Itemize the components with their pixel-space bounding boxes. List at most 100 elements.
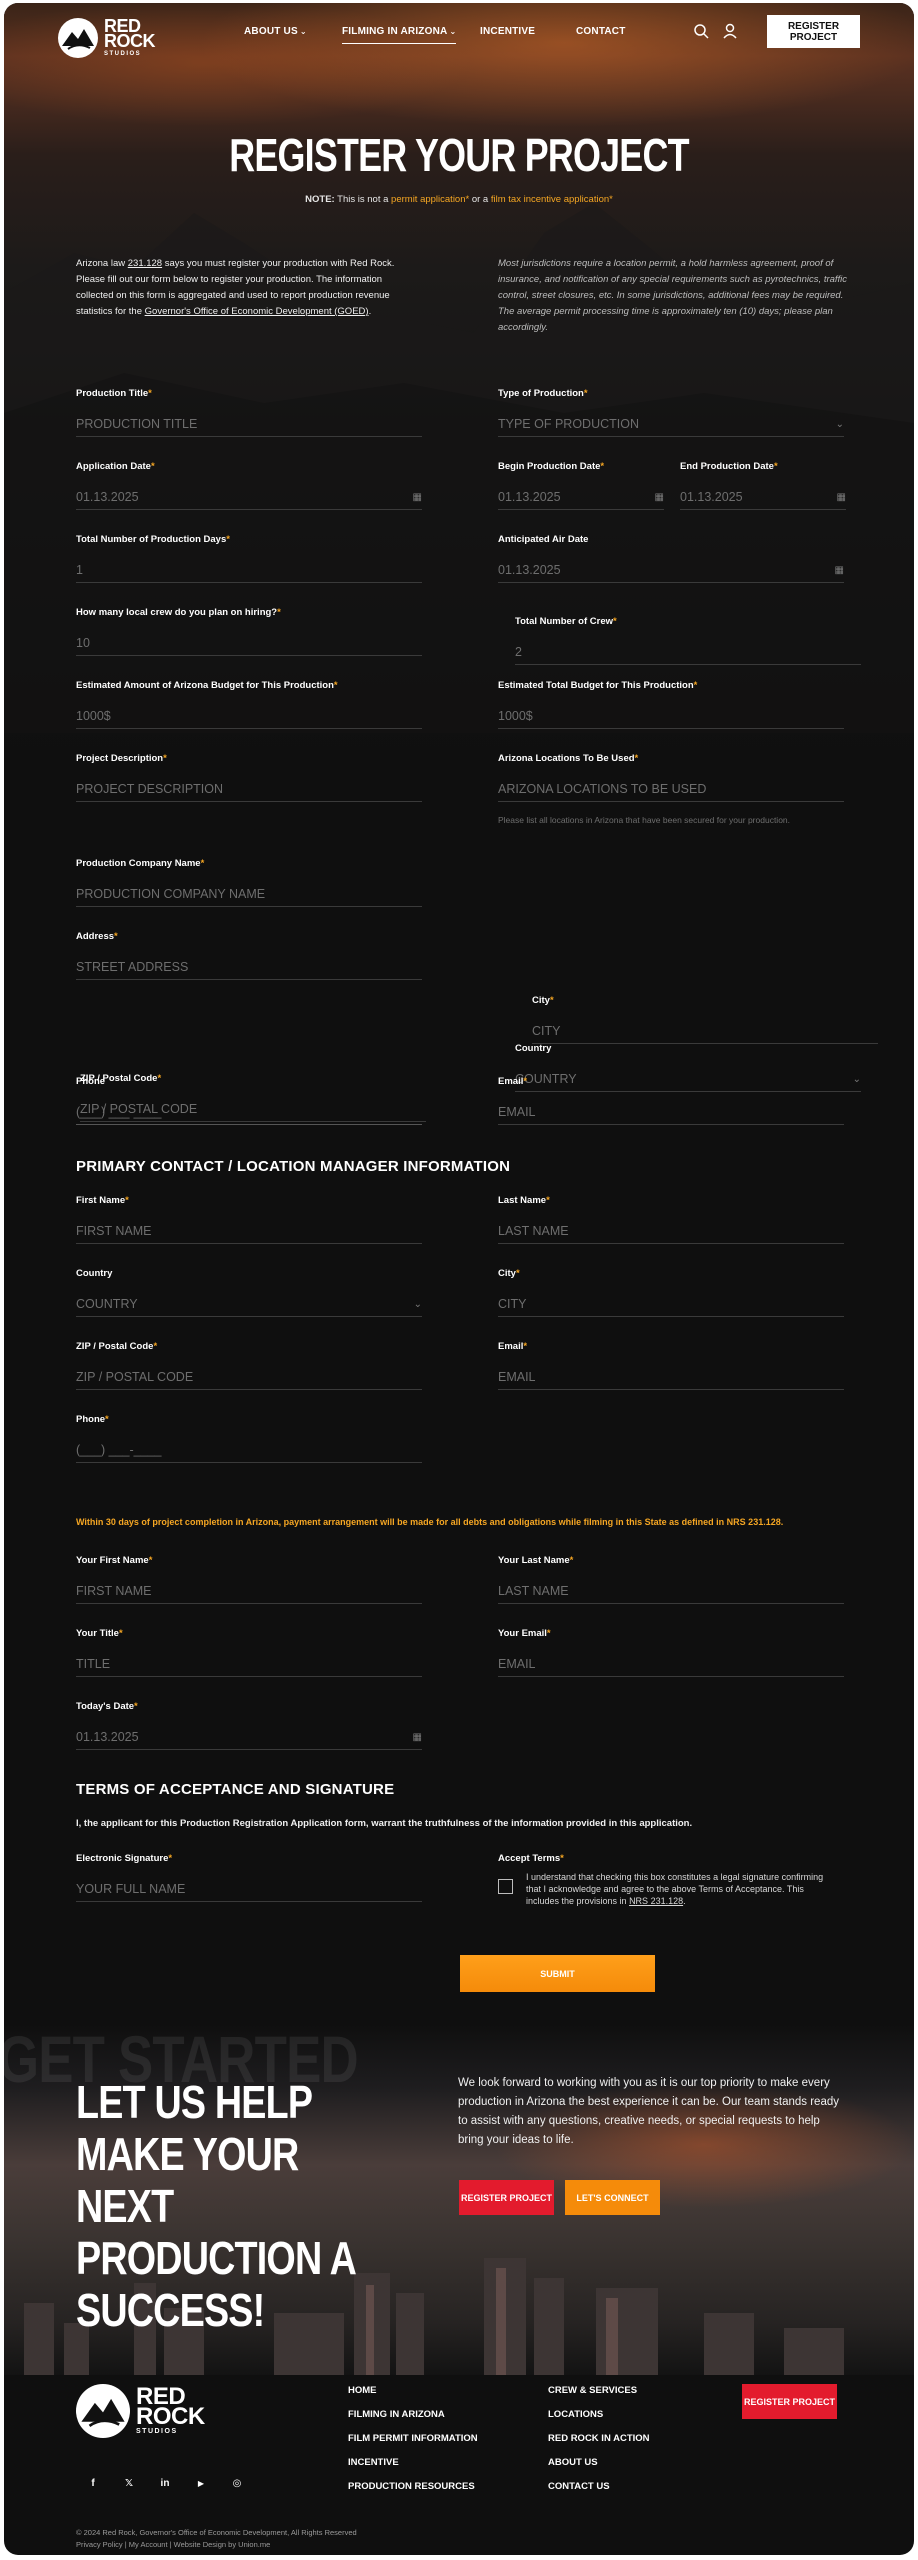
- nav-filming-in-arizona[interactable]: FILMING IN ARIZONA ⌄: [342, 26, 457, 44]
- youtube-icon[interactable]: ▶: [188, 2470, 214, 2496]
- terms-title: TERMS OF ACCEPTANCE AND SIGNATURE: [76, 1781, 395, 1798]
- contact-phone-input[interactable]: (___) ___-____: [76, 1438, 422, 1463]
- end-production-date-input[interactable]: 01.13.2025 ▦: [680, 485, 846, 510]
- nav-contact[interactable]: CONTACT: [576, 26, 626, 37]
- header-register-project-button[interactable]: REGISTER PROJECT: [767, 15, 860, 48]
- linkedin-icon[interactable]: in: [152, 2470, 178, 2496]
- your-last-name-field: Your Last Name* LAST NAME: [498, 1555, 844, 1604]
- signature-input[interactable]: YOUR FULL NAME: [76, 1877, 422, 1902]
- footer-link-home[interactable]: HOME: [348, 2385, 377, 2396]
- calendar-icon[interactable]: ▦: [835, 565, 844, 576]
- application-date-input[interactable]: 01.13.2025 ▦: [76, 485, 422, 510]
- field-label: Email: [498, 1076, 524, 1087]
- cta-register-project-button[interactable]: REGISTER PROJECT: [459, 2180, 554, 2215]
- total-production-days-field: Total Number of Production Days* 1: [76, 534, 422, 583]
- your-email-input[interactable]: EMAIL: [498, 1652, 844, 1677]
- x-twitter-icon[interactable]: 𝕏: [116, 2470, 142, 2496]
- placeholder: TITLE: [76, 1657, 111, 1671]
- your-last-name-input[interactable]: LAST NAME: [498, 1579, 844, 1604]
- cta-text: We look forward to working with you as i…: [458, 2077, 839, 2146]
- placeholder: PRODUCTION TITLE: [76, 417, 198, 431]
- footer-link-filming-in-arizona[interactable]: FILMING IN ARIZONA: [348, 2409, 445, 2420]
- field-label: Your Email: [498, 1628, 547, 1639]
- placeholder: (___) ___-____: [76, 1105, 162, 1119]
- user-icon[interactable]: [722, 23, 738, 39]
- type-of-production-select[interactable]: TYPE OF PRODUCTION ⌄: [498, 412, 844, 437]
- note-prefix: NOTE:: [305, 194, 335, 205]
- arizona-budget-input[interactable]: 1000$: [76, 704, 422, 729]
- contact-email-input[interactable]: EMAIL: [498, 1365, 844, 1390]
- todays-date-input[interactable]: 01.13.2025 ▦: [76, 1725, 422, 1750]
- placeholder: STREET ADDRESS: [76, 960, 189, 974]
- value: 01.13.2025: [76, 490, 139, 504]
- footer-link-locations[interactable]: LOCATIONS: [548, 2409, 603, 2420]
- field-label: ZIP / Postal Code: [76, 1341, 154, 1352]
- search-icon[interactable]: [693, 23, 709, 39]
- calendar-icon[interactable]: ▦: [413, 1732, 422, 1743]
- field-label: Your Title: [76, 1628, 119, 1639]
- contact-city-field: City* CITY: [498, 1268, 844, 1317]
- begin-production-date-input[interactable]: 01.13.2025 ▦: [498, 485, 664, 510]
- footer-link-about-us[interactable]: ABOUT US: [548, 2457, 598, 2468]
- total-budget-input[interactable]: 1000$: [498, 704, 844, 729]
- field-label: Project Description: [76, 753, 164, 764]
- contact-last-name-input[interactable]: LAST NAME: [498, 1219, 844, 1244]
- nav-about-us[interactable]: ABOUT US ⌄: [244, 26, 307, 37]
- field-label: How many local crew do you plan on hirin…: [76, 607, 278, 618]
- local-crew-input[interactable]: 10: [76, 631, 422, 656]
- value: 01.13.2025: [76, 1730, 139, 1744]
- footer-link-red-rock-in-action[interactable]: RED ROCK IN ACTION: [548, 2433, 650, 2444]
- lets-connect-button[interactable]: LET'S CONNECT: [565, 2180, 660, 2215]
- total-crew-field: Total Number of Crew* 2: [515, 616, 861, 665]
- contact-zip-input[interactable]: ZIP / POSTAL CODE: [76, 1365, 422, 1390]
- contact-city-input[interactable]: CITY: [498, 1292, 844, 1317]
- total-production-days-input[interactable]: 1: [76, 558, 422, 583]
- note-text: or a: [469, 194, 491, 205]
- company-name-input[interactable]: PRODUCTION COMPANY NAME: [76, 882, 422, 907]
- phone-input[interactable]: (___) ___-____: [76, 1100, 422, 1125]
- address-input[interactable]: STREET ADDRESS: [76, 955, 422, 980]
- calendar-icon[interactable]: ▦: [837, 492, 846, 503]
- your-title-input[interactable]: TITLE: [76, 1652, 422, 1677]
- footer-register-project-button[interactable]: REGISTER PROJECT: [742, 2384, 837, 2419]
- placeholder: EMAIL: [498, 1105, 536, 1119]
- footer-logo[interactable]: RED ROCK STUDIOS: [76, 2384, 205, 2438]
- legal-links[interactable]: Privacy Policy | My Account | Website De…: [76, 2540, 270, 2549]
- footer-link-contact-us[interactable]: CONTACT US: [548, 2481, 610, 2492]
- field-label: Phone: [76, 1076, 106, 1087]
- facebook-icon[interactable]: f: [80, 2470, 106, 2496]
- footer-link-incentive[interactable]: INCENTIVE: [348, 2457, 399, 2468]
- arizona-locations-input[interactable]: ARIZONA LOCATIONS TO BE USED: [498, 777, 844, 802]
- your-first-name-input[interactable]: FIRST NAME: [76, 1579, 422, 1604]
- footer-link-film-permit-information[interactable]: FILM PERMIT INFORMATION: [348, 2433, 478, 2444]
- incentive-application-link[interactable]: film tax incentive application*: [491, 194, 613, 205]
- placeholder: PRODUCTION COMPANY NAME: [76, 887, 266, 901]
- footer-link-crew-services[interactable]: CREW & SERVICES: [548, 2385, 637, 2396]
- law-231-128-link[interactable]: 231.128: [128, 258, 162, 269]
- contact-country-select[interactable]: COUNTRY ⌄: [76, 1292, 422, 1317]
- accept-terms-checkbox[interactable]: [498, 1879, 513, 1894]
- nav-incentive[interactable]: INCENTIVE: [480, 26, 535, 37]
- project-description-input[interactable]: PROJECT DESCRIPTION: [76, 777, 422, 802]
- anticipated-air-date-input[interactable]: 01.13.2025 ▦: [498, 558, 844, 583]
- logo-line-studios: STUDIOS: [136, 2428, 178, 2436]
- instagram-icon[interactable]: ◎: [224, 2470, 250, 2496]
- logo[interactable]: RED ROCK STUDIOS: [58, 17, 156, 58]
- chevron-down-icon: ⌄: [835, 418, 844, 430]
- contact-first-name-input[interactable]: FIRST NAME: [76, 1219, 422, 1244]
- permit-application-link[interactable]: permit application*: [391, 194, 469, 205]
- city-input[interactable]: CITY: [532, 1019, 878, 1044]
- email-input[interactable]: EMAIL: [498, 1100, 844, 1125]
- production-title-field: Production Title* PRODUCTION TITLE: [76, 388, 422, 437]
- submit-button[interactable]: SUBMIT: [460, 1955, 655, 1992]
- footer-link-production-resources[interactable]: PRODUCTION RESOURCES: [348, 2481, 475, 2492]
- calendar-icon[interactable]: ▦: [413, 492, 422, 503]
- calendar-icon[interactable]: ▦: [655, 492, 664, 503]
- goed-link[interactable]: Governor's Office of Economic Developmen…: [145, 306, 369, 317]
- total-crew-input[interactable]: 2: [515, 640, 861, 665]
- your-email-field: Your Email* EMAIL: [498, 1628, 844, 1677]
- field-label: First Name: [76, 1195, 126, 1206]
- field-label: Total Number of Crew: [515, 616, 613, 627]
- nrs-231-128-link[interactable]: NRS 231.128: [629, 1896, 683, 1906]
- production-title-input[interactable]: PRODUCTION TITLE: [76, 412, 422, 437]
